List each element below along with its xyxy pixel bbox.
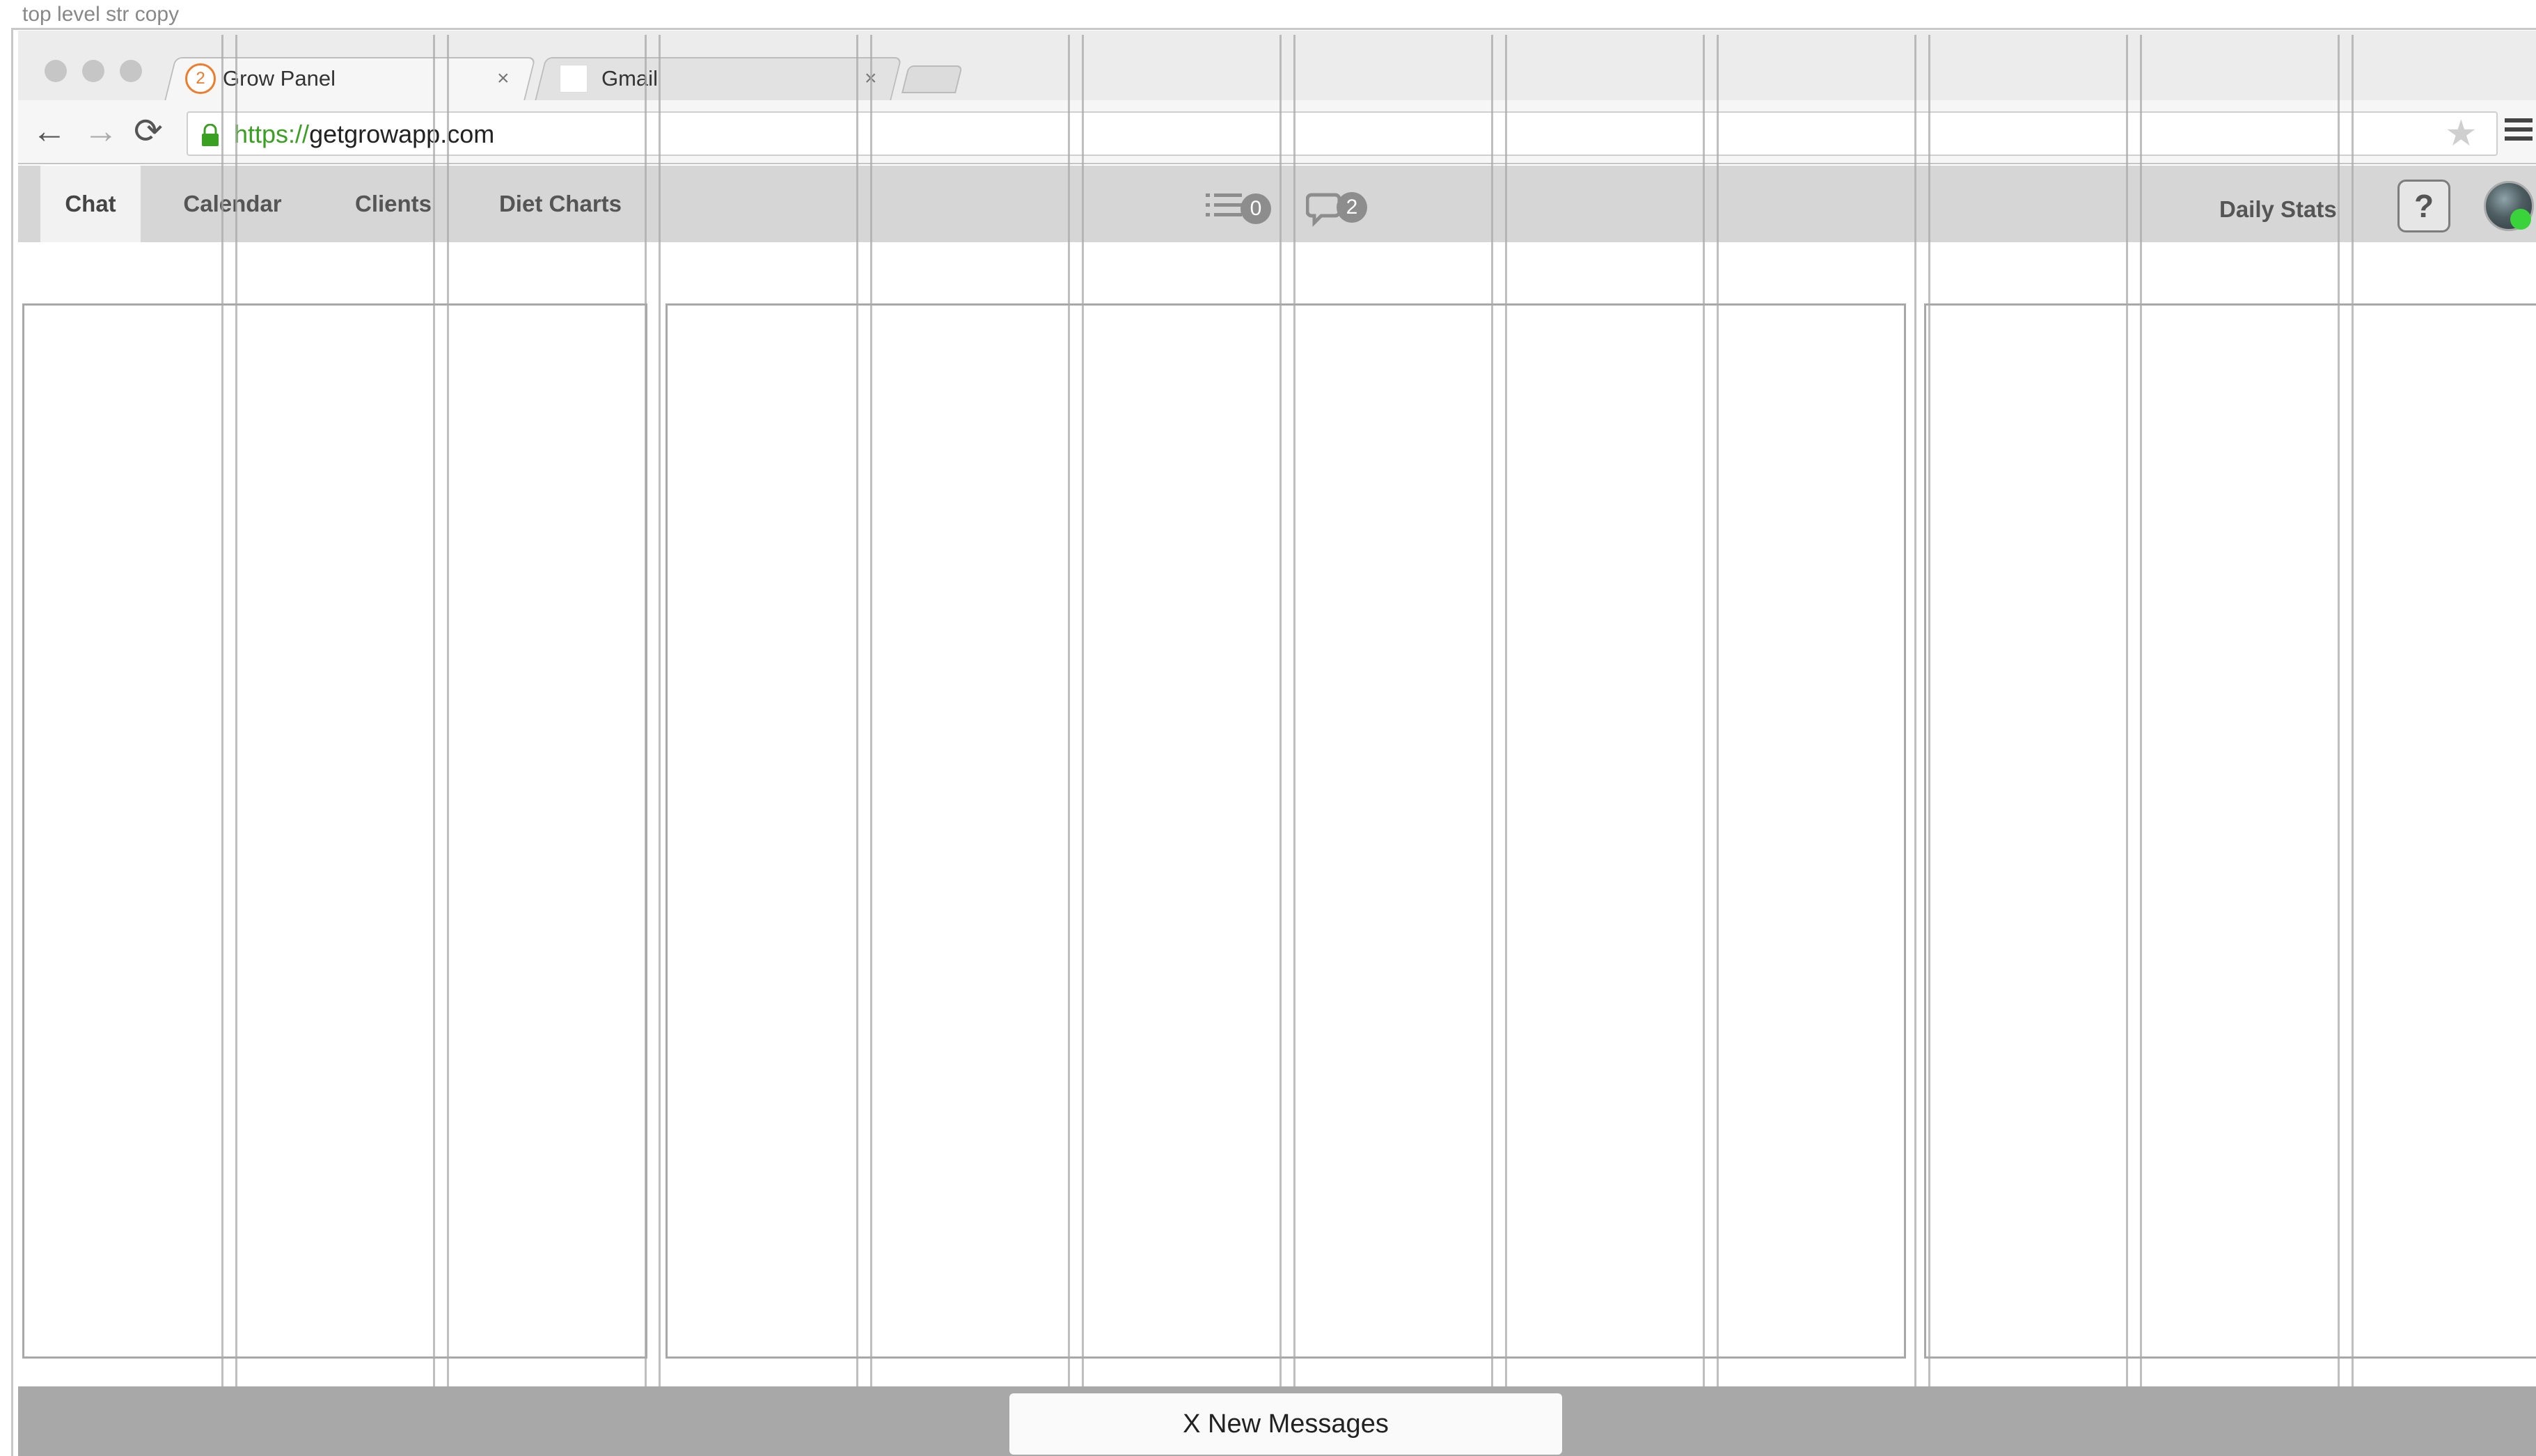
grid-guide-line bbox=[1717, 35, 1719, 1456]
window-close-icon[interactable] bbox=[45, 60, 67, 82]
new-messages-button[interactable]: X New Messages bbox=[1009, 1393, 1562, 1455]
grid-guide-line bbox=[1082, 35, 1084, 1456]
chat-panel bbox=[665, 303, 1906, 1359]
browser-tab-grow-panel-content: 2 Grow Panel bbox=[185, 57, 336, 100]
grid-guide-line bbox=[433, 35, 435, 1456]
browser-tab-gmail-content: Gmail bbox=[560, 57, 658, 100]
grid-guide-line bbox=[1505, 35, 1507, 1456]
task-count-badge: 0 bbox=[1241, 193, 1271, 224]
tab-title: Grow Panel bbox=[223, 66, 336, 90]
grid-guide-line bbox=[1068, 35, 1070, 1456]
window-minimize-icon[interactable] bbox=[82, 60, 104, 82]
grid-guide-line bbox=[447, 35, 449, 1456]
new-tab-button[interactable] bbox=[901, 65, 963, 93]
daily-stats-link[interactable]: Daily Stats bbox=[2219, 196, 2337, 223]
grid-guide-line bbox=[1914, 35, 1916, 1456]
grid-guide-line bbox=[856, 35, 858, 1456]
lock-icon bbox=[202, 124, 219, 146]
tab-chat[interactable]: Chat bbox=[40, 166, 141, 242]
grid-guide-line bbox=[870, 35, 872, 1456]
url-scheme: https:// bbox=[234, 120, 310, 148]
notification-badge: 2 bbox=[185, 63, 216, 94]
frame-label: top level str copy bbox=[22, 3, 180, 26]
grid-guide-line bbox=[1491, 35, 1493, 1456]
grid-guide-line bbox=[2338, 35, 2340, 1456]
grid-guide-line bbox=[2140, 35, 2142, 1456]
address-bar[interactable] bbox=[187, 111, 2498, 156]
grid-guide-line bbox=[235, 35, 237, 1456]
frame-border-top bbox=[11, 28, 2536, 30]
grid-guide-line bbox=[1703, 35, 1705, 1456]
grid-guide-line bbox=[1293, 35, 1295, 1456]
client-list-panel bbox=[22, 303, 647, 1359]
tab-calendar[interactable]: Calendar bbox=[167, 166, 298, 242]
bookmark-star-icon[interactable]: ★ bbox=[2445, 113, 2478, 155]
window-maximize-icon[interactable] bbox=[120, 60, 142, 82]
tab-title: Gmail bbox=[601, 66, 658, 90]
frame-border-left bbox=[11, 28, 13, 1456]
grid-guide-line bbox=[2352, 35, 2354, 1456]
help-button[interactable]: ? bbox=[2397, 180, 2450, 232]
url-text[interactable]: https://getgrowapp.com bbox=[234, 117, 494, 152]
reload-icon[interactable]: ⟳ bbox=[134, 111, 163, 150]
forward-icon[interactable]: → bbox=[84, 111, 118, 150]
grid-guide-line bbox=[659, 35, 661, 1456]
close-tab-icon[interactable]: × bbox=[497, 67, 510, 90]
grid-guide-line bbox=[221, 35, 223, 1456]
chat-notifications-icon[interactable]: 2 bbox=[1305, 189, 1370, 228]
online-status-icon bbox=[2510, 209, 2531, 230]
browser-menu-icon[interactable] bbox=[2505, 118, 2533, 146]
url-host: getgrowapp.com bbox=[309, 120, 495, 148]
chat-count-badge: 2 bbox=[1337, 192, 1367, 223]
grid-guide-line bbox=[1928, 35, 1930, 1456]
task-list-icon[interactable]: 0 bbox=[1206, 189, 1273, 225]
grid-guide-line bbox=[1279, 35, 1282, 1456]
tab-clients[interactable]: Clients bbox=[341, 166, 446, 242]
client-details-panel bbox=[1924, 303, 2536, 1359]
back-icon[interactable]: ← bbox=[32, 111, 67, 150]
gmail-favicon-icon bbox=[560, 65, 588, 93]
tab-diet-charts[interactable]: Diet Charts bbox=[487, 166, 633, 242]
grid-guide-line bbox=[645, 35, 647, 1456]
grid-guide-line bbox=[2126, 35, 2128, 1456]
